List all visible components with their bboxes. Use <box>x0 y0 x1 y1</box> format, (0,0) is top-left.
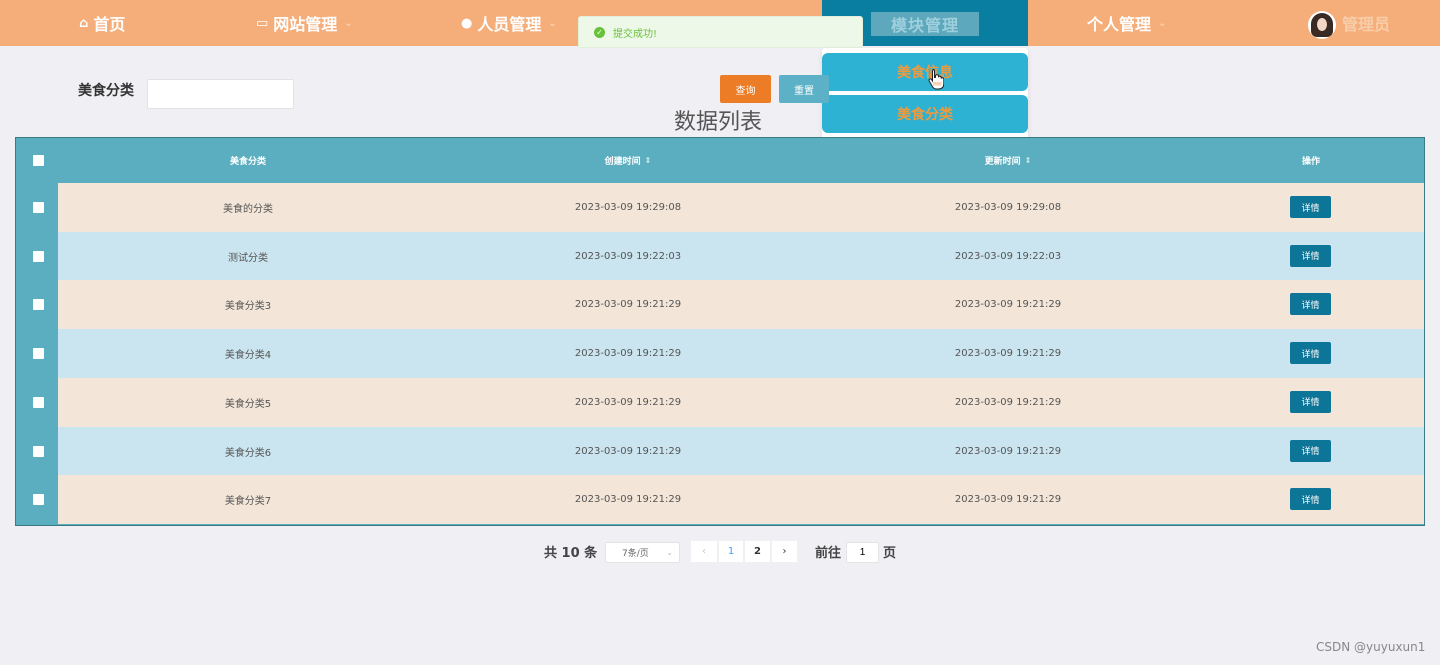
column-header-label: 美食分类 <box>229 157 266 167</box>
detail-button[interactable]: 详情 <box>1290 196 1331 218</box>
cell-updated: 2023-03-09 19:21:29 <box>954 348 1062 360</box>
cell-updated: 2023-03-09 19:21:29 <box>954 299 1062 311</box>
cell-updated: 2023-03-09 19:29:08 <box>954 202 1062 213</box>
page-size-select[interactable]: 7条/页 ⌄ <box>605 542 680 563</box>
cell-category: 美食分类3 <box>224 301 272 313</box>
table-row: 测试分类 2023-03-09 19:22:03 2023-03-09 19:22:… <box>58 231 1424 281</box>
nav-home[interactable]: ⌂ 首页 <box>79 0 125 46</box>
toast-message: 提交成功! <box>613 28 658 40</box>
nav-site-management[interactable]: ▭ 网站管理 ⌄ <box>256 0 353 46</box>
nav-module-label: 模块管理 <box>871 12 979 36</box>
goto-label: 前往 <box>815 546 842 561</box>
cell-updated: 2023-03-09 19:21:29 <box>954 396 1062 408</box>
detail-button[interactable]: 详情 <box>1290 342 1331 365</box>
column-header-actions: 操作 <box>1198 138 1424 183</box>
chevron-down-icon: ⌄ <box>1158 17 1167 29</box>
success-toast: ✓ 提交成功! <box>578 16 863 48</box>
nav-people-management[interactable]: ● 人员管理 ⌄ <box>461 0 557 46</box>
row-checkbox[interactable] <box>33 299 44 311</box>
page-suffix: 页 <box>883 546 897 561</box>
cell-created: 2023-03-09 19:21:29 <box>574 494 682 506</box>
table-row: 美食分类7 2023-03-09 19:21:29 2023-03-09 19:21… <box>58 475 1424 525</box>
sort-icon[interactable]: ⇕ <box>1025 156 1032 165</box>
column-header-category: 美食分类 <box>58 138 438 183</box>
column-header-updated[interactable]: 更新时间 ⇕ <box>818 138 1198 183</box>
row-checkbox[interactable] <box>33 202 44 213</box>
cell-created: 2023-03-09 19:29:08 <box>574 202 682 213</box>
goto-page-input[interactable] <box>846 542 879 563</box>
avatar[interactable] <box>1308 11 1336 39</box>
dropdown-item-food-info[interactable]: 美食信息 <box>822 53 1028 91</box>
query-button[interactable]: 查询 <box>720 75 771 103</box>
user-name[interactable]: 管理员 <box>1342 0 1390 46</box>
chevron-down-icon: ⌄ <box>344 17 353 29</box>
cell-category: 测试分类 <box>228 252 268 264</box>
hand-cursor-icon <box>928 69 944 90</box>
chevron-down-icon: ⌄ <box>548 17 557 29</box>
page-title: 数据列表 <box>674 110 763 135</box>
nav-personal-label: 个人管理 <box>1087 15 1152 34</box>
table-row: 美食分类6 2023-03-09 19:21:29 2023-03-09 19:21… <box>58 426 1424 476</box>
detail-button[interactable]: 详情 <box>1290 439 1331 462</box>
cell-created: 2023-03-09 19:21:29 <box>574 396 682 408</box>
cell-created: 2023-03-09 19:21:29 <box>574 445 682 457</box>
cell-category: 美食分类4 <box>224 350 272 362</box>
column-header-created[interactable]: 创建时间 ⇕ <box>438 138 818 183</box>
page-number-1[interactable]: 1 <box>719 541 743 562</box>
data-table: 美食分类 创建时间 ⇕ 更新时间 ⇕ 操作 美食的分类 2023-03-09 19… <box>15 137 1425 526</box>
cell-updated: 2023-03-09 19:21:29 <box>954 494 1062 506</box>
chevron-down-icon: ⌄ <box>666 548 673 557</box>
monitor-icon: ▭ <box>256 15 269 31</box>
search-label: 美食分类 <box>78 83 134 99</box>
cell-updated: 2023-03-09 19:22:03 <box>954 250 1062 262</box>
row-checkbox[interactable] <box>33 445 44 457</box>
module-dropdown-menu: 美食信息 美食分类 <box>822 48 1028 140</box>
table-row: 美食的分类 2023-03-09 19:29:08 2023-03-09 19:29… <box>58 183 1424 232</box>
nav-people-label: 人员管理 <box>477 15 542 34</box>
table-header: 美食分类 创建时间 ⇕ 更新时间 ⇕ 操作 <box>16 138 1424 183</box>
cell-created: 2023-03-09 19:22:03 <box>574 250 682 262</box>
row-checkbox[interactable] <box>33 348 44 360</box>
cell-category: 美食分类6 <box>224 447 272 459</box>
cell-created: 2023-03-09 19:21:29 <box>574 348 682 360</box>
detail-button[interactable]: 详情 <box>1290 293 1331 316</box>
cell-created: 2023-03-09 19:21:29 <box>574 299 682 311</box>
search-input[interactable] <box>147 79 294 109</box>
reset-button[interactable]: 重置 <box>779 75 829 103</box>
dropdown-item-food-category[interactable]: 美食分类 <box>822 95 1028 133</box>
pagination-total: 共 10 条 <box>544 546 598 561</box>
nav-personal-management[interactable]: 个人管理 ⌄ <box>1087 0 1166 46</box>
table-row: 美食分类4 2023-03-09 19:21:29 2023-03-09 19:21… <box>58 329 1424 379</box>
home-icon: ⌂ <box>79 15 89 31</box>
column-header-label: 更新时间 <box>984 157 1021 167</box>
column-header-label: 创建时间 <box>604 157 641 167</box>
success-check-icon: ✓ <box>594 26 605 38</box>
detail-button[interactable]: 详情 <box>1290 488 1331 511</box>
page-size-value: 7条/页 <box>622 549 649 559</box>
user-icon: ● <box>461 15 473 31</box>
row-checkbox[interactable] <box>33 494 44 506</box>
cell-category: 美食的分类 <box>223 204 273 215</box>
cell-updated: 2023-03-09 19:21:29 <box>954 445 1062 457</box>
prev-page-button[interactable]: ‹ <box>691 541 717 562</box>
avatar-face <box>1317 18 1327 31</box>
table-row: 美食分类3 2023-03-09 19:21:29 2023-03-09 19:21… <box>58 280 1424 330</box>
row-checkbox[interactable] <box>33 250 44 262</box>
column-header-label: 操作 <box>1301 157 1320 167</box>
row-checkbox[interactable] <box>33 396 44 408</box>
cell-category: 美食分类5 <box>224 398 272 410</box>
nav-home-label: 首页 <box>93 15 126 34</box>
page-number-2[interactable]: 2 <box>745 541 770 562</box>
select-all-checkbox[interactable] <box>33 155 44 166</box>
table-row: 美食分类5 2023-03-09 19:21:29 2023-03-09 19:21… <box>58 377 1424 427</box>
cell-category: 美食分类7 <box>224 496 272 508</box>
watermark: CSDN @yuyuxun1 <box>1316 640 1426 654</box>
detail-button[interactable]: 详情 <box>1290 244 1331 267</box>
detail-button[interactable]: 详情 <box>1290 390 1331 413</box>
nav-site-label: 网站管理 <box>273 15 338 34</box>
next-page-button[interactable]: › <box>772 541 797 562</box>
sort-icon[interactable]: ⇕ <box>645 156 652 165</box>
